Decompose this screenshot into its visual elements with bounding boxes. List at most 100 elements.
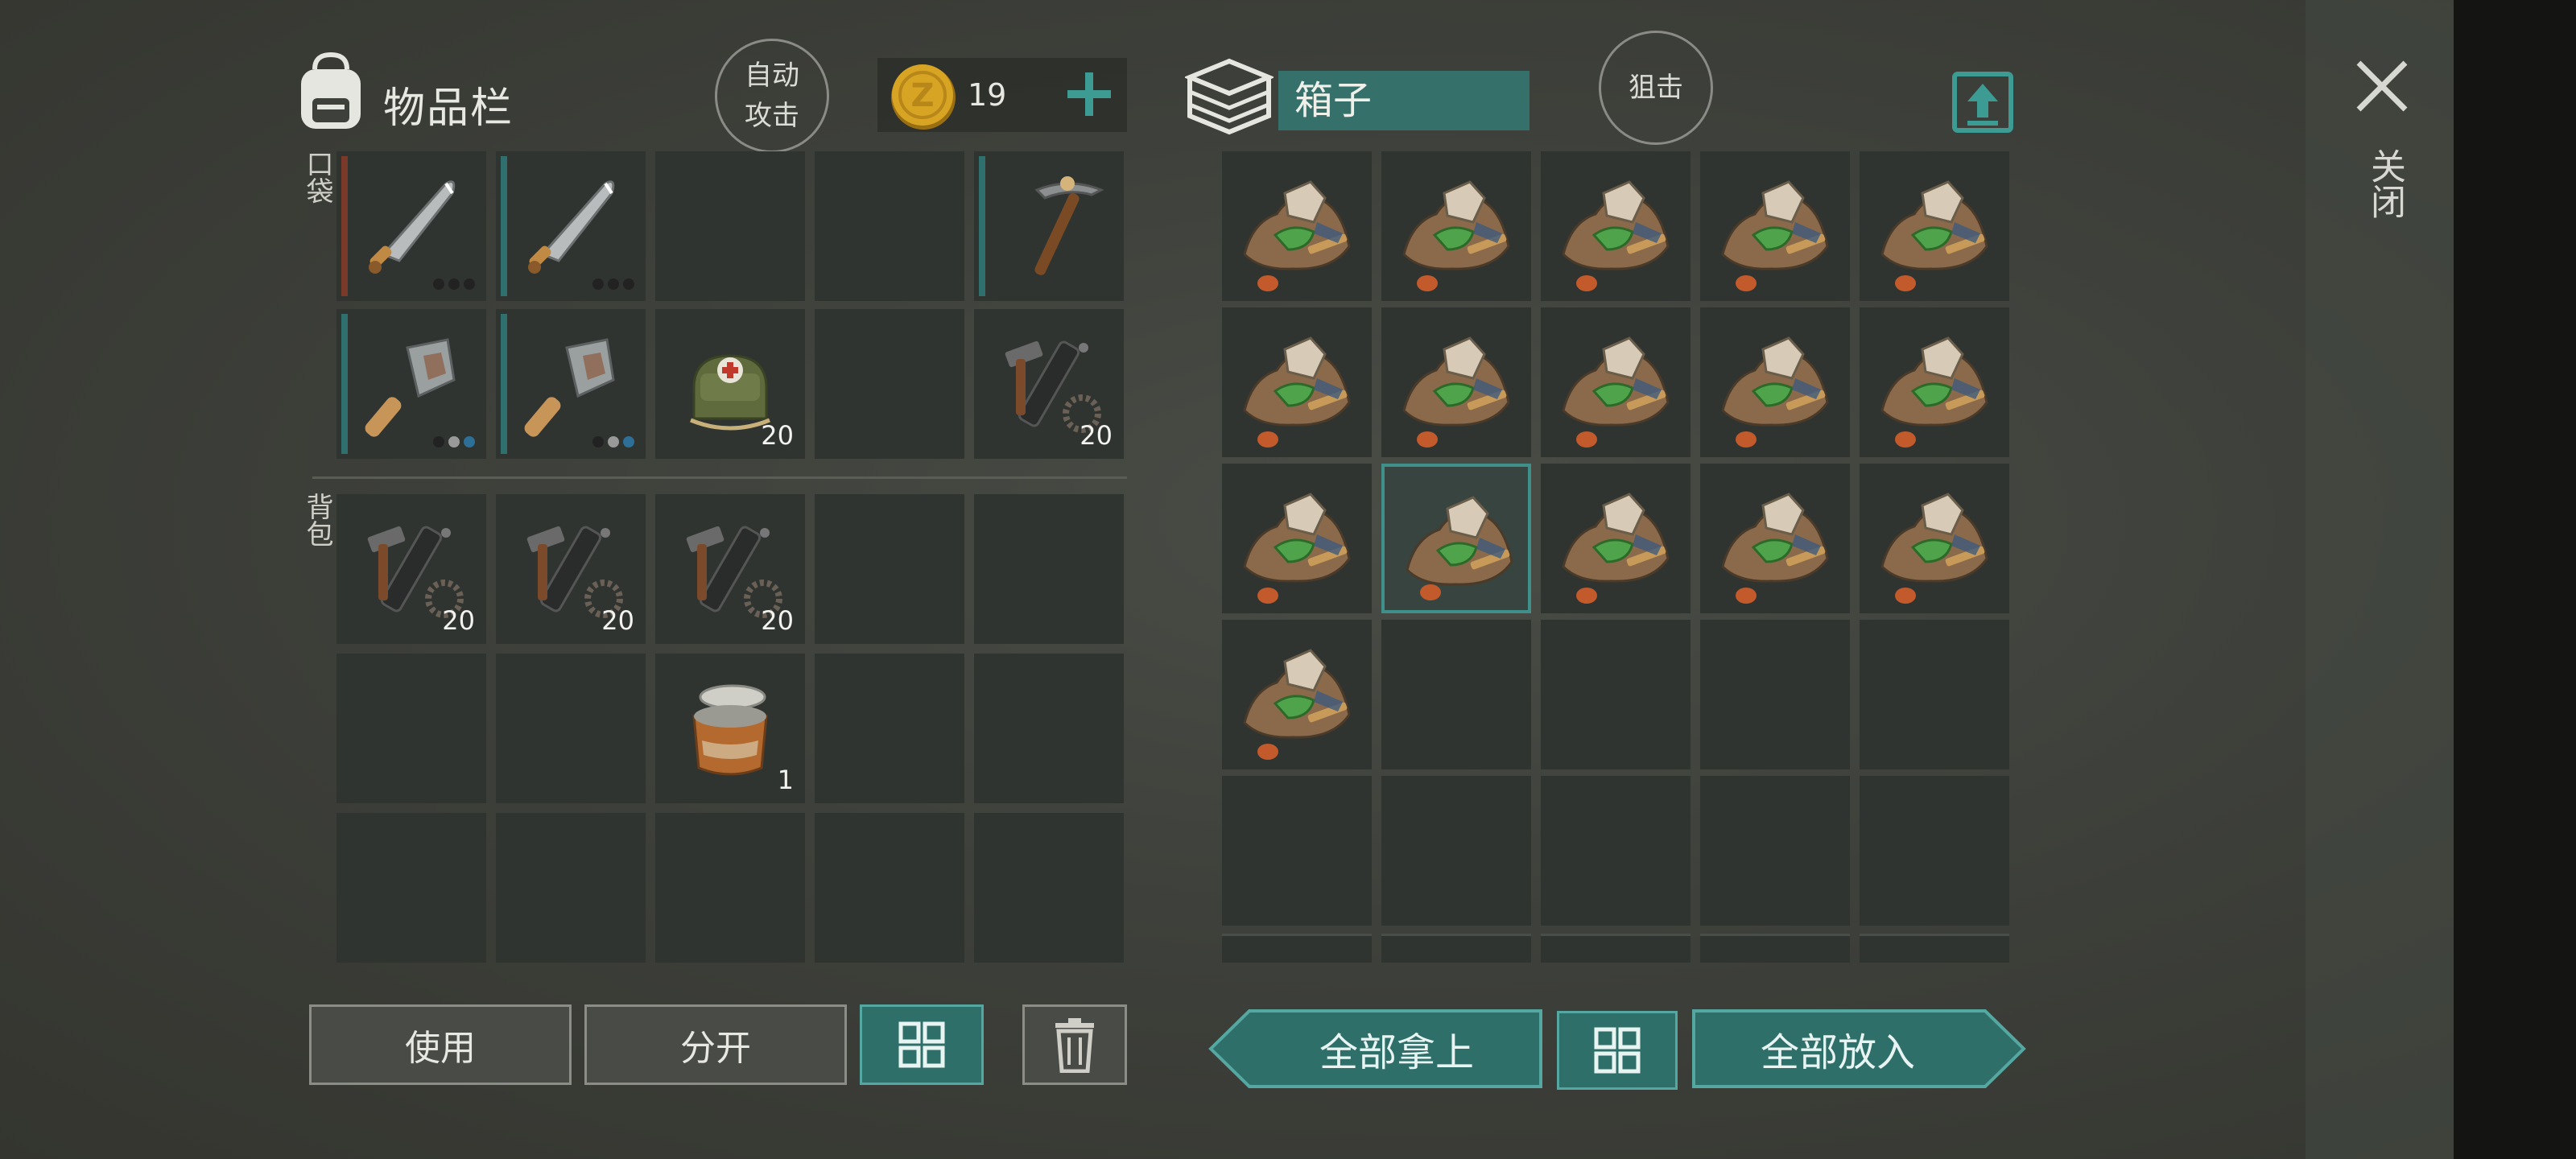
item-tag-dot: [1420, 584, 1441, 600]
pickaxe-icon: [989, 166, 1109, 287]
container-slot[interactable]: [1700, 307, 1850, 457]
item-tag-dot: [1895, 275, 1916, 291]
scrap-pile-icon: [1874, 166, 1995, 287]
inventory-title: 物品栏: [383, 85, 514, 133]
pocket-slot[interactable]: [974, 151, 1124, 301]
pocket-slot[interactable]: [336, 309, 486, 459]
container-slot[interactable]: [1860, 307, 2009, 457]
container-slot[interactable]: [1222, 776, 1372, 926]
item-tag-dot: [1736, 588, 1757, 604]
container-slot[interactable]: [1860, 464, 2009, 613]
backpack-slot[interactable]: 20: [655, 494, 805, 644]
container-slot[interactable]: [1860, 151, 2009, 301]
coin-count: 19: [968, 77, 1007, 113]
backpack-slot[interactable]: [496, 813, 646, 963]
item-tag-dot: [1576, 431, 1597, 448]
container-slot[interactable]: [1541, 464, 1690, 613]
container-slot[interactable]: [1381, 307, 1531, 457]
upload-icon[interactable]: [1951, 71, 2014, 134]
item-count: 20: [601, 605, 634, 636]
scrap-pile-icon: [1236, 322, 1357, 443]
auto-attack-button[interactable]: 自动 攻击: [715, 39, 829, 153]
container-slot[interactable]: [1381, 464, 1531, 613]
quality-dots: [592, 278, 634, 290]
pocket-slot[interactable]: [815, 151, 964, 301]
scrap-pile-icon: [1555, 478, 1676, 599]
container-slot-partial: [1700, 934, 1850, 963]
item-tag-dot: [1257, 588, 1278, 604]
close-label[interactable]: 关闭: [2359, 148, 2410, 219]
container-slot[interactable]: [1860, 776, 2009, 926]
pocket-slot[interactable]: 20: [655, 309, 805, 459]
pockets-label: 口袋: [301, 150, 333, 204]
container-slot[interactable]: [1381, 151, 1531, 301]
pocket-slot[interactable]: [655, 151, 805, 301]
container-slot-partial: [1381, 934, 1531, 963]
backpack-slot[interactable]: 20: [496, 494, 646, 644]
container-slot[interactable]: [1700, 464, 1850, 613]
scrap-pile-icon: [1874, 478, 1995, 599]
backpack-label: 背包: [301, 493, 333, 547]
container-name-field[interactable]: 箱子: [1278, 71, 1530, 130]
container-slot[interactable]: [1222, 620, 1372, 769]
container-slot[interactable]: [1222, 151, 1372, 301]
close-icon[interactable]: [2352, 56, 2412, 116]
pocket-slot[interactable]: [336, 151, 486, 301]
scrap-pile-icon: [1715, 322, 1835, 443]
container-slot[interactable]: [1381, 776, 1531, 926]
container-slot[interactable]: [1381, 620, 1531, 769]
container-slot[interactable]: [1700, 776, 1850, 926]
backpack-slot[interactable]: [336, 654, 486, 803]
backpack-slot[interactable]: 20: [336, 494, 486, 644]
screen-edge: [2454, 0, 2576, 1159]
scrap-pile-icon: [1715, 166, 1835, 287]
scrap-pile-icon: [1396, 322, 1517, 443]
container-slot[interactable]: [1541, 151, 1690, 301]
pocket-slot[interactable]: 20: [974, 309, 1124, 459]
pocket-slot[interactable]: [496, 151, 646, 301]
snipe-button[interactable]: 狙击: [1599, 31, 1713, 145]
container-slot[interactable]: [1541, 620, 1690, 769]
coin-counter: Z 19: [877, 58, 1127, 132]
coin-icon: Z: [887, 60, 960, 132]
sort-grid-button[interactable]: [860, 1004, 984, 1085]
scrap-pile-icon: [1874, 322, 1995, 443]
backpack-slot[interactable]: [974, 654, 1124, 803]
item-count: 1: [777, 765, 794, 795]
backpack-slot[interactable]: [815, 654, 964, 803]
container-slot[interactable]: [1700, 620, 1850, 769]
backpack-slot[interactable]: 1: [655, 654, 805, 803]
section-divider: [312, 476, 1127, 479]
container-sort-button[interactable]: [1557, 1011, 1678, 1090]
pocket-slot[interactable]: [496, 309, 646, 459]
backpack-slot[interactable]: [815, 813, 964, 963]
quality-dots: [433, 436, 475, 448]
backpack-slot[interactable]: [815, 494, 964, 644]
durability-bar: [341, 156, 348, 296]
container-slot[interactable]: [1541, 776, 1690, 926]
backpack-slot[interactable]: [336, 813, 486, 963]
backpack-slot[interactable]: [974, 494, 1124, 644]
container-slot-partial: [1222, 934, 1372, 963]
item-count: 20: [761, 420, 794, 451]
backpack-slot[interactable]: [496, 654, 646, 803]
take-all-button[interactable]: 全部拿上: [1208, 1008, 1544, 1090]
trash-icon: [1055, 1018, 1094, 1073]
split-button[interactable]: 分开: [584, 1004, 847, 1085]
pocket-slot[interactable]: [815, 309, 964, 459]
container-slot[interactable]: [1700, 151, 1850, 301]
container-slot[interactable]: [1222, 307, 1372, 457]
cleaver-icon: [351, 324, 472, 444]
backpack-slot[interactable]: [655, 813, 805, 963]
durability-bar: [341, 314, 348, 454]
backpack-slot[interactable]: [974, 813, 1124, 963]
grid-icon: [898, 1021, 945, 1068]
item-tag-dot: [1257, 275, 1278, 291]
container-slot[interactable]: [1541, 307, 1690, 457]
container-slot[interactable]: [1860, 620, 2009, 769]
put-all-button[interactable]: 全部放入: [1690, 1008, 2027, 1090]
use-button[interactable]: 使用: [309, 1004, 572, 1085]
trash-button[interactable]: [1022, 1004, 1127, 1085]
container-slot[interactable]: [1222, 464, 1372, 613]
add-coins-button[interactable]: [1061, 66, 1117, 122]
